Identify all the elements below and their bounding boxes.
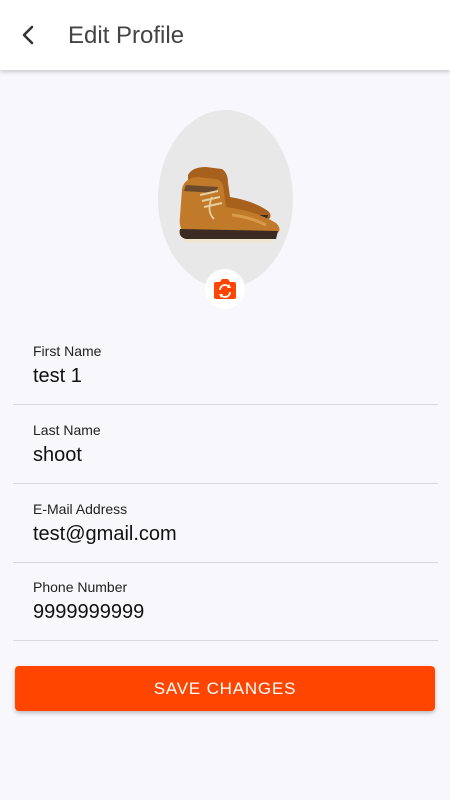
last-name-field[interactable]: Last Name: [13, 414, 438, 484]
first-name-input[interactable]: [33, 365, 413, 388]
email-field[interactable]: E-Mail Address: [13, 493, 438, 563]
first-name-field[interactable]: First Name: [13, 335, 438, 405]
save-changes-button[interactable]: SAVE CHANGES: [15, 666, 435, 711]
avatar: [158, 110, 293, 288]
phone-number-field[interactable]: Phone Number: [13, 571, 438, 641]
last-name-label: Last Name: [33, 422, 101, 438]
boot-image: [179, 167, 280, 243]
last-name-input[interactable]: [33, 444, 413, 467]
change-photo-button[interactable]: [205, 269, 245, 309]
email-input[interactable]: [33, 523, 413, 546]
back-button[interactable]: [14, 21, 42, 49]
email-label: E-Mail Address: [33, 501, 128, 517]
app-bar: Edit Profile: [0, 0, 450, 70]
phone-number-input[interactable]: [33, 601, 413, 624]
arrow-back-icon: [22, 25, 34, 45]
avatar-container: [158, 110, 293, 288]
camera-switch-icon: [214, 279, 236, 299]
first-name-label: First Name: [33, 343, 102, 359]
phone-number-label: Phone Number: [33, 579, 128, 595]
page-title: Edit Profile: [68, 22, 185, 49]
